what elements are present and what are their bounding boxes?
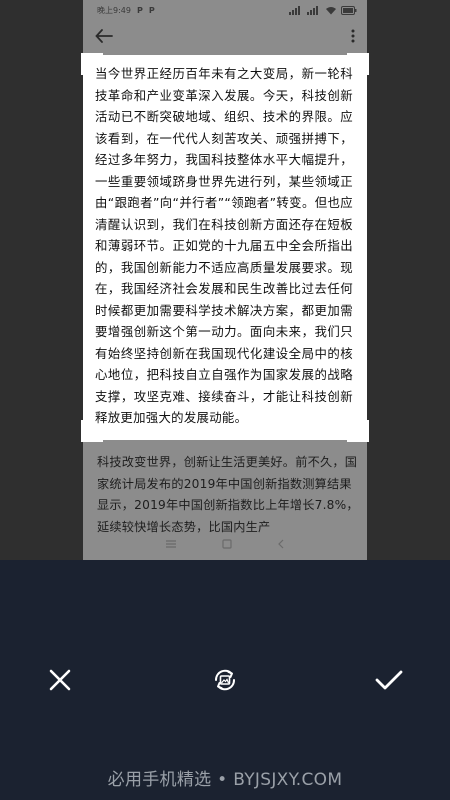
back-chevron-icon xyxy=(277,539,285,549)
check-icon xyxy=(374,668,404,696)
cropped-article-text: 当今世界正经历百年未有之大变局，新一轮科技革命和产业变革深入发展。今天，科技创新… xyxy=(95,66,353,425)
captured-status-bar: 晚上9:49 P P xyxy=(83,0,367,20)
status-notification-p-2: P xyxy=(148,5,155,15)
back-arrow-icon xyxy=(95,29,113,43)
crop-selection-area[interactable]: 当今世界正经历百年未有之大变局，新一轮科技革命和产业变革深入发展。今天，科技创新… xyxy=(83,55,367,440)
crop-handle-top-right[interactable] xyxy=(366,53,369,75)
uncropped-article-text: 科技改变世界，创新让生活更美好。前不久，国家统计局发布的2019年中国创新指数测… xyxy=(97,455,359,534)
captured-nav-bar xyxy=(83,527,367,560)
status-time: 晚上9:49 xyxy=(97,5,131,15)
wifi-icon xyxy=(325,6,337,15)
crop-handle-top-left-horizontal[interactable] xyxy=(81,53,103,56)
battery-icon xyxy=(341,5,357,15)
cancel-button[interactable] xyxy=(38,660,82,704)
home-square-icon xyxy=(222,538,232,549)
crop-handle-top-right-horizontal[interactable] xyxy=(347,53,369,56)
crop-action-bar xyxy=(0,560,450,800)
status-notification-p: P xyxy=(136,5,143,15)
watermark-text: 必用手机精选 • BYJSJXY.COM xyxy=(107,770,343,790)
rotate-image-icon xyxy=(211,666,239,698)
menu-icon xyxy=(165,539,177,549)
signal-icon xyxy=(289,5,303,15)
signal-icon-2 xyxy=(307,5,321,15)
crop-handle-bottom-right-horizontal[interactable] xyxy=(347,439,369,442)
crop-handle-top-left[interactable] xyxy=(81,53,84,75)
rotate-button[interactable] xyxy=(203,660,247,704)
captured-toolbar xyxy=(83,22,367,50)
confirm-button[interactable] xyxy=(367,660,411,704)
more-vertical-icon xyxy=(351,29,355,43)
close-icon xyxy=(48,668,72,696)
crop-handle-bottom-left-horizontal[interactable] xyxy=(81,439,103,442)
